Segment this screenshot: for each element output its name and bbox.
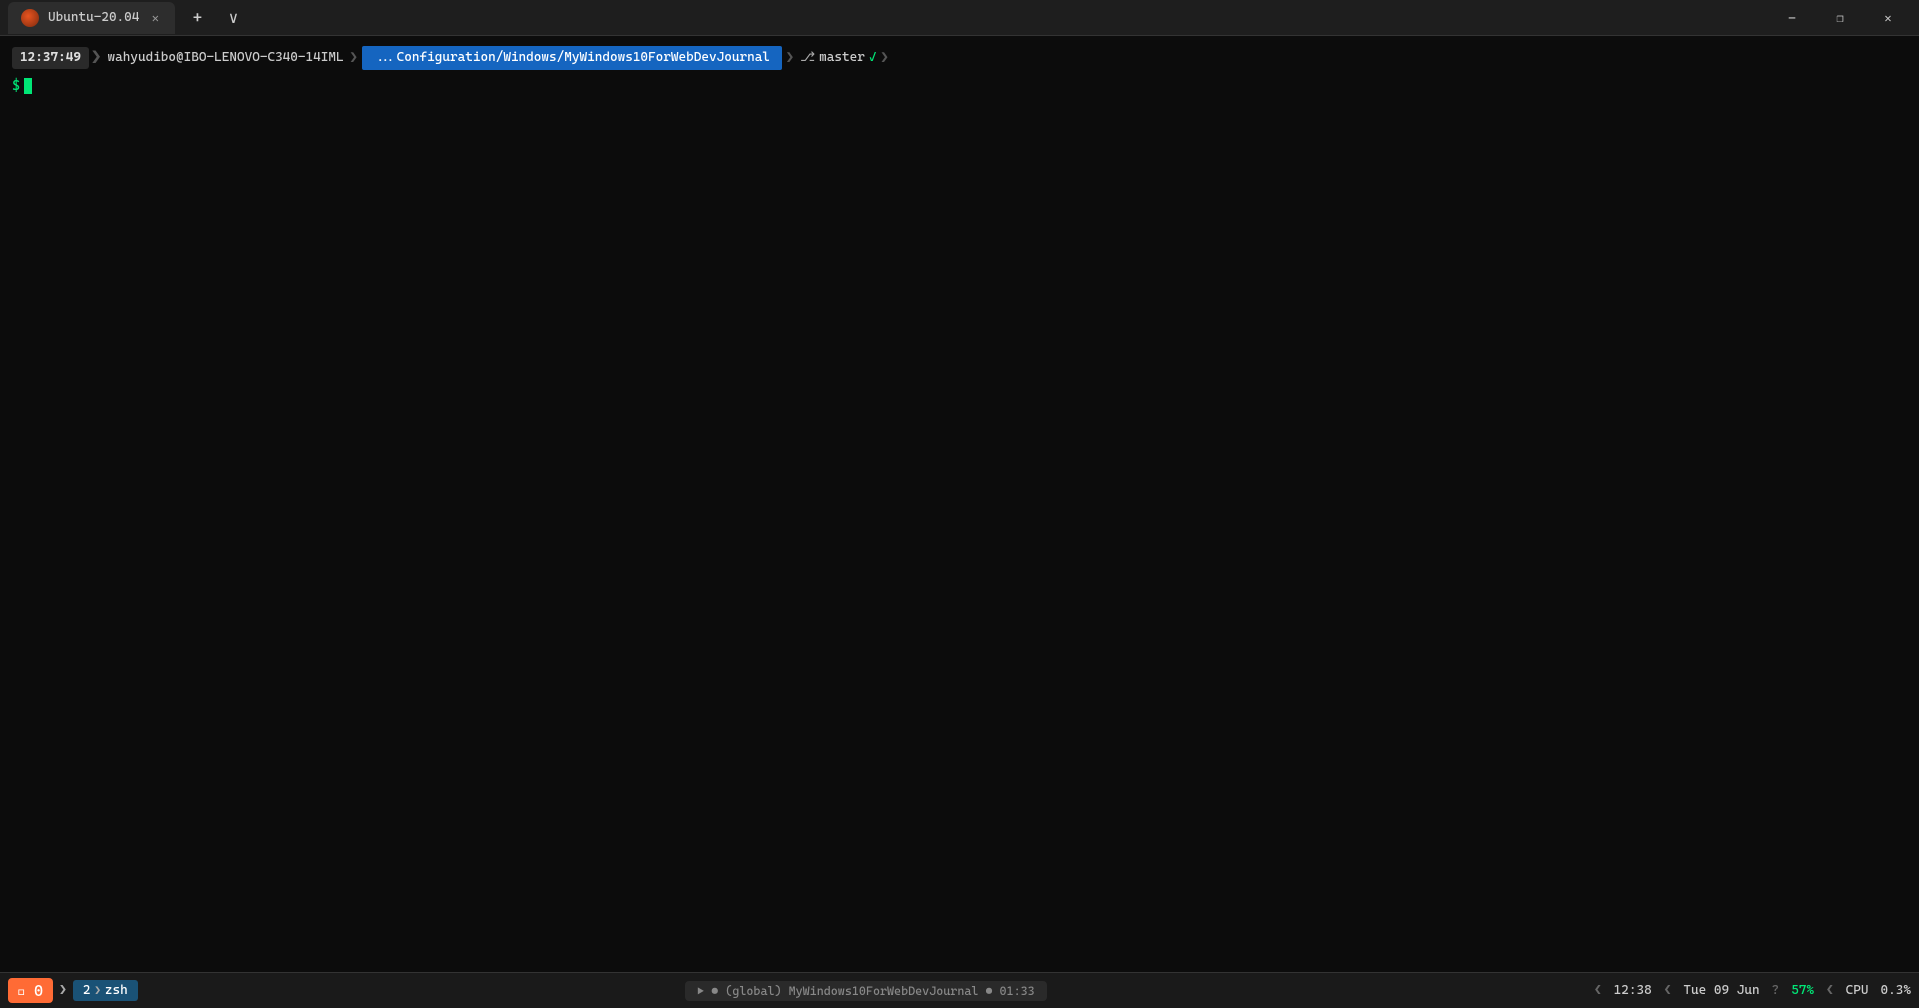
window-icon: □ [18,986,24,999]
prompt-dollar: $ [12,78,20,94]
dropdown-button[interactable]: ∨ [219,4,247,32]
window-indicator[interactable]: □ 0 [8,978,53,1003]
prompt-row-1: 12:37:49 ❯ wahyudibo@IBO-LENOVO-C340-14I… [0,40,1919,76]
title-bar-left: Ubuntu-20.04 ✕ + ∨ [8,2,1769,34]
pane-num: 2 [83,983,91,998]
chevron-left-cpu: ❮ [1826,983,1834,998]
tab-ubuntu[interactable]: Ubuntu-20.04 ✕ [8,2,175,34]
tab-title: Ubuntu-20.04 [48,10,139,25]
minimize-button[interactable]: — [1769,0,1815,36]
status-bar: □ 0 ❯ 2 ❯ zsh ▶ ● (global) MyWindows10Fo… [0,972,1919,1008]
date-status: Tue 09 Jun [1683,983,1759,998]
chevron-left-1: ❯ [59,983,67,998]
tab-close-button[interactable]: ✕ [147,10,163,26]
user-host-display: wahyudibo@IBO-LENOVO-C340-14IML [103,47,347,69]
chevron-left-battery: ? [1772,983,1780,998]
git-icon: ⎇ [796,47,819,69]
git-status: ✓ [865,48,881,68]
chevron-right-pane: ❯ [94,984,100,997]
window-controls: — ❐ ✕ [1769,0,1911,36]
prompt-row-2: $ [0,76,1919,96]
pane-indicator[interactable]: 2 ❯ zsh [73,980,138,1001]
cpu-pct: 0.3% [1881,983,1911,998]
time-display: 12:37:49 [12,47,89,69]
ubuntu-icon [20,8,40,28]
arrow-1: ❯ [89,48,104,68]
chevron-left-date: ❮ [1664,983,1672,998]
cpu-label: CPU [1846,983,1869,998]
status-center: ▶ ● (global) MyWindows10ForWebDevJournal… [138,981,1594,1001]
time-status: 12:38 [1614,983,1652,998]
chevron-left-time: ❮ [1594,983,1602,998]
maximize-button[interactable]: ❐ [1817,0,1863,36]
new-tab-button[interactable]: + [183,4,211,32]
close-button[interactable]: ✕ [1865,0,1911,36]
center-text: ▶ ● (global) MyWindows10ForWebDevJournal… [697,984,1035,998]
shell-label: zsh [105,983,128,998]
status-right: ❮ 12:38 ❮ Tue 09 Jun ? 57% ❮ CPU 0.3% [1594,983,1911,998]
arrow-3: ❯ [784,48,796,68]
git-branch: master [819,48,865,68]
status-left: □ 0 ❯ 2 ❯ zsh [8,978,138,1003]
arrow-4: ❯ [880,48,888,68]
ubuntu-logo [21,9,39,27]
arrow-2: ❯ [348,48,360,68]
terminal-area[interactable]: 12:37:49 ❯ wahyudibo@IBO-LENOVO-C340-14I… [0,36,1919,972]
title-bar: Ubuntu-20.04 ✕ + ∨ — ❐ ✕ [0,0,1919,36]
battery-pct: 57% [1791,983,1814,998]
window-num: 0 [34,981,43,1000]
path-display: ...Configuration/Windows/MyWindows10ForW… [362,46,782,70]
prompt-line: 12:37:49 ❯ wahyudibo@IBO-LENOVO-C340-14I… [12,44,1907,72]
center-info: ▶ ● (global) MyWindows10ForWebDevJournal… [685,981,1047,1001]
cursor [24,78,32,94]
